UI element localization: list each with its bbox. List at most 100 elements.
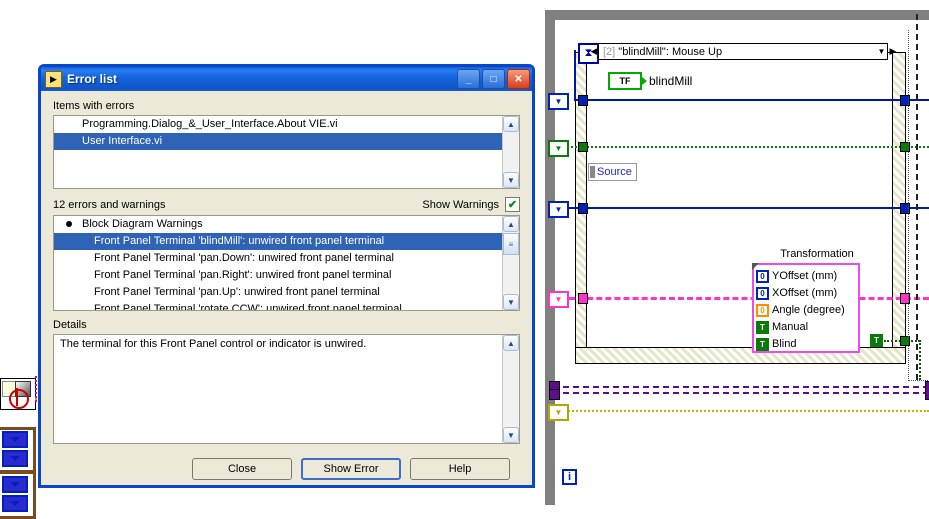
help-button[interactable]: Help bbox=[410, 458, 510, 480]
close-button[interactable]: ✕ bbox=[507, 69, 530, 89]
shift-register-pink[interactable]: ▼ bbox=[548, 291, 569, 308]
warnings-list-scrollbar[interactable]: ▲ ≡ ▼ bbox=[502, 216, 519, 310]
list-item[interactable]: Programming.Dialog_&_User_Interface.Abou… bbox=[54, 116, 519, 133]
event-case-selector[interactable]: [2] "blindMill": Mouse Up ▼ bbox=[598, 43, 888, 60]
labview-vi-icon: ▶ bbox=[45, 70, 62, 88]
shift-register-yellow[interactable]: ▼ bbox=[548, 404, 569, 421]
tunnel-purple-right[interactable] bbox=[925, 381, 929, 400]
terminal-nub-icon bbox=[642, 77, 647, 85]
boolean-constant-value[interactable]: TF bbox=[608, 72, 642, 90]
wire-blue-vertical bbox=[574, 50, 576, 100]
warnings-list[interactable]: Block Diagram Warnings Front Panel Termi… bbox=[53, 215, 520, 311]
vi-subvi-node-icon[interactable] bbox=[0, 378, 36, 410]
scroll-down-button[interactable]: ▼ bbox=[503, 427, 519, 443]
shift-register-blue-top[interactable]: ▼ bbox=[548, 93, 569, 110]
dialog-button-row: Close Show Error Help bbox=[53, 458, 520, 480]
transformation-cluster-title: Transformation bbox=[780, 248, 854, 260]
tunnel-indicator[interactable] bbox=[2, 476, 28, 493]
details-text: The terminal for this Front Panel contro… bbox=[60, 338, 367, 350]
boolean-constant-label: blindMill bbox=[649, 74, 693, 88]
crosshair-target-icon bbox=[9, 388, 29, 409]
boolean-terminal-icon: T bbox=[756, 337, 769, 351]
list-item[interactable]: Front Panel Terminal 'pan.Right': unwire… bbox=[54, 267, 519, 284]
show-error-button[interactable]: Show Error bbox=[301, 458, 401, 480]
event-case-next-arrow[interactable]: ▶ bbox=[888, 44, 898, 59]
transformation-cluster[interactable]: 0 YOffset (mm) 0 XOffset (mm) 0 Angle (d… bbox=[752, 263, 860, 353]
wire-purple-lower bbox=[553, 392, 929, 394]
list-item-group[interactable]: Block Diagram Warnings bbox=[54, 216, 519, 233]
dialog-title-bar[interactable]: ▶ Error list _ □ ✕ bbox=[41, 67, 532, 91]
event-case-dropdown-icon[interactable]: ▼ bbox=[876, 44, 887, 59]
tunnel-purple-left-b[interactable] bbox=[549, 389, 560, 400]
tunnel-indicator[interactable] bbox=[2, 495, 28, 512]
numeric-terminal-icon: 0 bbox=[756, 269, 769, 283]
scroll-up-button[interactable]: ▲ bbox=[503, 335, 519, 351]
iteration-terminal[interactable]: i bbox=[562, 469, 577, 485]
tunnel-green-left[interactable] bbox=[578, 142, 588, 152]
cluster-field-row[interactable]: 0 XOffset (mm) bbox=[756, 285, 856, 301]
wire-pink-cluster bbox=[560, 297, 929, 300]
items-with-errors-label: Items with errors bbox=[53, 100, 135, 112]
wire-yellow bbox=[553, 410, 929, 412]
details-scrollbar[interactable]: ▲ ▼ bbox=[502, 335, 519, 443]
show-warnings-checkbox[interactable]: ✔ bbox=[505, 197, 520, 212]
cluster-field-row[interactable]: 0 YOffset (mm) bbox=[756, 268, 856, 284]
list-item[interactable]: Front Panel Terminal 'blindMill': unwire… bbox=[54, 233, 519, 250]
scroll-down-button[interactable]: ▼ bbox=[503, 172, 519, 188]
scroll-up-button[interactable]: ▲ bbox=[503, 216, 519, 232]
cluster-resize-handle-icon[interactable] bbox=[752, 263, 759, 270]
shift-register-blue-mid[interactable]: ▼ bbox=[548, 201, 569, 218]
list-item[interactable]: Front Panel Terminal 'rotate.CCW': unwir… bbox=[54, 301, 519, 310]
source-label[interactable]: Source bbox=[588, 163, 637, 181]
items-list-scrollbar[interactable]: ▲ ▼ bbox=[502, 116, 519, 188]
boolean-true-constant[interactable]: T bbox=[870, 334, 883, 347]
error-list-dialog[interactable]: ▶ Error list _ □ ✕ Items with errors Pro… bbox=[38, 64, 535, 488]
error-count-text: 12 errors and warnings bbox=[53, 198, 166, 211]
cluster-field-label: Angle (degree) bbox=[772, 304, 845, 316]
tunnel-pink-left[interactable] bbox=[578, 293, 588, 304]
cluster-field-label: XOffset (mm) bbox=[772, 287, 838, 299]
show-warnings-label: Show Warnings bbox=[422, 198, 499, 211]
close-dialog-button[interactable]: Close bbox=[192, 458, 292, 480]
numeric-terminal-icon: 0 bbox=[756, 303, 769, 317]
boolean-constant-blindmill[interactable]: TF blindMill bbox=[608, 72, 692, 90]
wire-blue-top bbox=[574, 99, 929, 101]
cluster-field-label: YOffset (mm) bbox=[772, 270, 838, 282]
cluster-field-row[interactable]: T Manual bbox=[756, 319, 856, 335]
event-case-index: [2] bbox=[603, 45, 616, 58]
tunnel-blue-left-mid[interactable] bbox=[578, 203, 588, 214]
dialog-title: Error list bbox=[67, 72, 118, 86]
cluster-field-row[interactable]: T Blind bbox=[756, 336, 856, 352]
cluster-field-row[interactable]: 0 Angle (degree) bbox=[756, 302, 856, 318]
group-bullet-icon bbox=[66, 221, 72, 228]
minimize-button[interactable]: _ bbox=[457, 69, 480, 89]
tunnel-indicator[interactable] bbox=[2, 450, 28, 467]
source-label-text: Source bbox=[597, 166, 632, 178]
list-item[interactable]: User Interface.vi bbox=[54, 133, 519, 150]
tunnel-blue-left-top[interactable] bbox=[578, 95, 588, 106]
scrollbar-thumb[interactable]: ≡ bbox=[503, 233, 519, 255]
group-label: Block Diagram Warnings bbox=[82, 218, 203, 230]
shift-register-green[interactable]: ▼ bbox=[548, 140, 569, 157]
list-item[interactable]: Front Panel Terminal 'pan.Up': unwired f… bbox=[54, 284, 519, 301]
wire-blue-mid bbox=[560, 207, 929, 209]
details-label: Details bbox=[53, 319, 87, 331]
details-textbox[interactable]: The terminal for this Front Panel contro… bbox=[53, 334, 520, 444]
label-grip-icon bbox=[590, 166, 595, 178]
wire-purple-upper bbox=[553, 386, 929, 388]
maximize-button[interactable]: □ bbox=[482, 69, 505, 89]
cluster-field-label: Manual bbox=[772, 321, 809, 333]
selection-marquee-edge bbox=[916, 14, 929, 380]
scroll-up-button[interactable]: ▲ bbox=[503, 116, 519, 132]
event-case-name: "blindMill": Mouse Up bbox=[618, 45, 723, 58]
scroll-down-button[interactable]: ▼ bbox=[503, 294, 519, 310]
event-case-label: [2] "blindMill": Mouse Up bbox=[599, 46, 876, 58]
boolean-terminal-icon: T bbox=[756, 320, 769, 334]
errors-summary-row: 12 errors and warnings Show Warnings ✔ bbox=[53, 197, 520, 212]
items-with-errors-list[interactable]: Programming.Dialog_&_User_Interface.Abou… bbox=[53, 115, 520, 189]
tunnel-indicator[interactable] bbox=[2, 431, 28, 448]
wire-green-error bbox=[560, 146, 929, 148]
numeric-terminal-icon: 0 bbox=[756, 286, 769, 300]
list-item[interactable]: Front Panel Terminal 'pan.Down': unwired… bbox=[54, 250, 519, 267]
cluster-field-label: Blind bbox=[772, 338, 797, 350]
